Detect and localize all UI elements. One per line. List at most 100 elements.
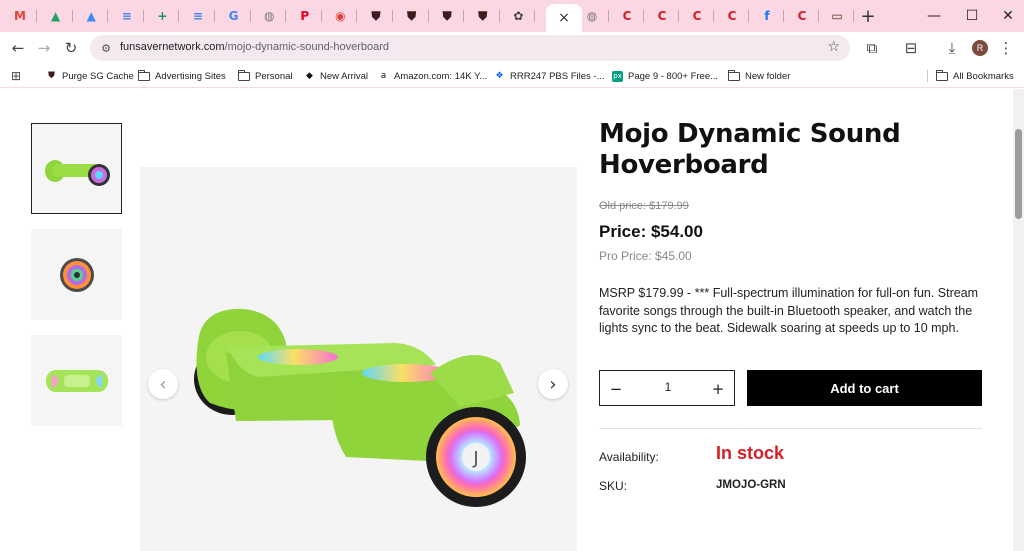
all-bookmarks-button[interactable]: All Bookmarks — [936, 68, 1014, 84]
tab-4[interactable]: + — [148, 4, 180, 28]
tab-after-1[interactable]: C — [613, 4, 644, 28]
tab-0[interactable]: M — [6, 4, 37, 28]
hoverboard-side-thumb — [44, 159, 110, 186]
address-bar[interactable]: ⚙ funsavernetwork.com/mojo-dynamic-sound… — [90, 35, 850, 61]
c-logo-icon: C — [797, 9, 807, 23]
openai-icon: ✿ — [513, 9, 524, 23]
tab-13[interactable]: ⛊ — [469, 4, 500, 28]
bookmark-item[interactable]: ◆ New Arrival — [304, 68, 368, 84]
bookmark-item[interactable]: Advertising Sites — [138, 68, 226, 84]
scrollbar-thumb[interactable] — [1015, 129, 1022, 219]
menu-kebab-icon[interactable]: ⋮ — [994, 36, 1018, 60]
thumbnail-3[interactable] — [31, 335, 122, 426]
bookmark-item[interactable]: a Amazon.com: 14K Y... — [378, 68, 487, 84]
tab-10[interactable]: ⛊ — [362, 4, 393, 28]
url-text[interactable]: funsavernetwork.com/mojo-dynamic-sound-h… — [120, 41, 389, 53]
tab-3[interactable]: ≡ — [113, 4, 144, 28]
tab-after-4[interactable]: C — [718, 4, 749, 28]
decrease-quantity-button[interactable]: − — [606, 379, 626, 399]
old-price: Old price: $179.99 — [599, 200, 689, 212]
thumbnail-1[interactable] — [31, 123, 122, 214]
tab-8[interactable]: P — [291, 4, 322, 28]
site-settings-icon[interactable]: ⚙ — [98, 40, 114, 56]
tab-active[interactable]: × — [546, 4, 582, 32]
close-tab-icon[interactable]: × — [558, 10, 570, 26]
facebook-icon: f — [764, 9, 770, 23]
bookmark-item[interactable]: px Page 9 - 800+ Free... — [612, 68, 718, 84]
forward-icon[interactable]: → — [32, 36, 56, 60]
tab-after-0[interactable]: ◍ — [578, 4, 609, 28]
folder-icon — [238, 69, 250, 81]
shield-icon: ⛊ — [478, 8, 488, 23]
main-product-image[interactable]: J — [140, 167, 577, 551]
page-scrollbar[interactable] — [1013, 89, 1024, 551]
new-tab-button[interactable]: + — [856, 4, 880, 28]
google-drive-icon: ▲ — [86, 9, 96, 23]
tab-after-7[interactable]: ▭ — [823, 4, 854, 28]
globe-icon: ◍ — [263, 9, 275, 23]
tab-after-6[interactable]: C — [788, 4, 819, 28]
globe-icon: ◍ — [586, 9, 598, 23]
download-icon[interactable]: ⤓ — [940, 36, 964, 60]
thumbnail-2[interactable] — [31, 229, 122, 320]
tab-after-2[interactable]: C — [648, 4, 679, 28]
tab-search-icon[interactable]: ⊟ — [899, 36, 923, 60]
product-title: Mojo Dynamic Sound Hoverboard — [599, 119, 901, 180]
shield-icon: ⛊ — [407, 8, 417, 23]
tab-2[interactable]: ▲ — [77, 4, 109, 28]
sku-value: JMOJO-GRN — [716, 479, 786, 491]
bookmark-label: Page 9 - 800+ Free... — [628, 70, 719, 82]
tab-1[interactable]: ▲ — [42, 4, 73, 28]
tab-6[interactable]: G — [220, 4, 251, 28]
increase-quantity-button[interactable]: + — [708, 379, 728, 399]
extensions-icon[interactable]: ⧉ — [860, 36, 884, 60]
tab-11[interactable]: ⛊ — [398, 4, 429, 28]
prev-image-arrow[interactable]: ‹ — [148, 369, 178, 399]
bookmark-item[interactable]: Personal — [238, 68, 293, 84]
url-host: funsavernetwork.com — [120, 41, 225, 53]
google-drive-icon: ▲ — [50, 9, 61, 23]
google-docs-icon: ≡ — [192, 9, 204, 23]
pexels-icon: px — [612, 70, 623, 82]
svg-text:J: J — [472, 448, 478, 469]
tab-5[interactable]: ≡ — [184, 4, 215, 28]
hoverboard-image: J — [194, 308, 526, 507]
tab-7[interactable]: ◍ — [255, 4, 287, 28]
google-sheets-icon: + — [157, 9, 168, 23]
availability-label: Availability: — [599, 450, 659, 464]
diamond-icon: ◆ — [306, 71, 313, 81]
bookmark-item[interactable]: ❖ RRR247 PBS Files -... — [494, 68, 604, 84]
quantity-input[interactable]: 1 — [640, 380, 696, 394]
close-window-button[interactable]: ✕ — [986, 0, 1024, 32]
hdd-icon: ▭ — [831, 9, 843, 23]
tab-strip: × + — ☐ ✕ M ▲ ▲ ≡ + ≡ G ◍ P ◉ ⛊ ⛊ ⛊ ⛊ ✿ ◍ C C C Cf C ▭ — [0, 0, 1024, 32]
back-icon[interactable]: ← — [6, 36, 30, 60]
bookmarks-bar: ⊞ All Bookmarks ⛊ Purge SG Cache Advertisi… — [0, 64, 1024, 88]
quantity-stepper: − 1 + — [599, 370, 735, 406]
bookmark-label: Personal — [255, 70, 293, 82]
sku-label: SKU: — [599, 479, 628, 493]
all-bookmarks-label: All Bookmarks — [953, 70, 1014, 82]
bookmark-label: Advertising Sites — [155, 70, 226, 82]
bookmark-star-icon[interactable]: ☆ — [827, 39, 840, 55]
next-image-arrow[interactable]: › — [538, 369, 568, 399]
tab-12[interactable]: ⛊ — [433, 4, 465, 28]
bookmark-item[interactable]: New folder — [728, 68, 790, 84]
profile-avatar[interactable]: R — [972, 40, 988, 56]
google-docs-icon: ≡ — [121, 9, 132, 23]
chrome-icon: ◉ — [335, 9, 346, 23]
shield-icon: ⛊ — [442, 8, 452, 23]
bookmark-item[interactable]: ⛊ Purge SG Cache — [46, 68, 134, 84]
add-to-cart-button[interactable]: Add to cart — [747, 370, 982, 406]
reload-icon[interactable]: ↻ — [59, 36, 83, 60]
tab-14[interactable]: ✿ — [504, 4, 536, 28]
tab-9[interactable]: ◉ — [326, 4, 358, 28]
product-description: MSRP $179.99 - *** Full-spectrum illumin… — [599, 286, 979, 335]
shield-icon: ⛊ — [371, 8, 381, 23]
c-logo-icon: C — [692, 9, 702, 23]
tab-after-3[interactable]: C — [683, 4, 714, 28]
tab-after-5[interactable]: f — [753, 4, 784, 28]
folder-icon — [936, 69, 948, 81]
hoverboard-top-thumb — [45, 369, 108, 392]
apps-grid-icon[interactable]: ⊞ — [4, 64, 28, 88]
